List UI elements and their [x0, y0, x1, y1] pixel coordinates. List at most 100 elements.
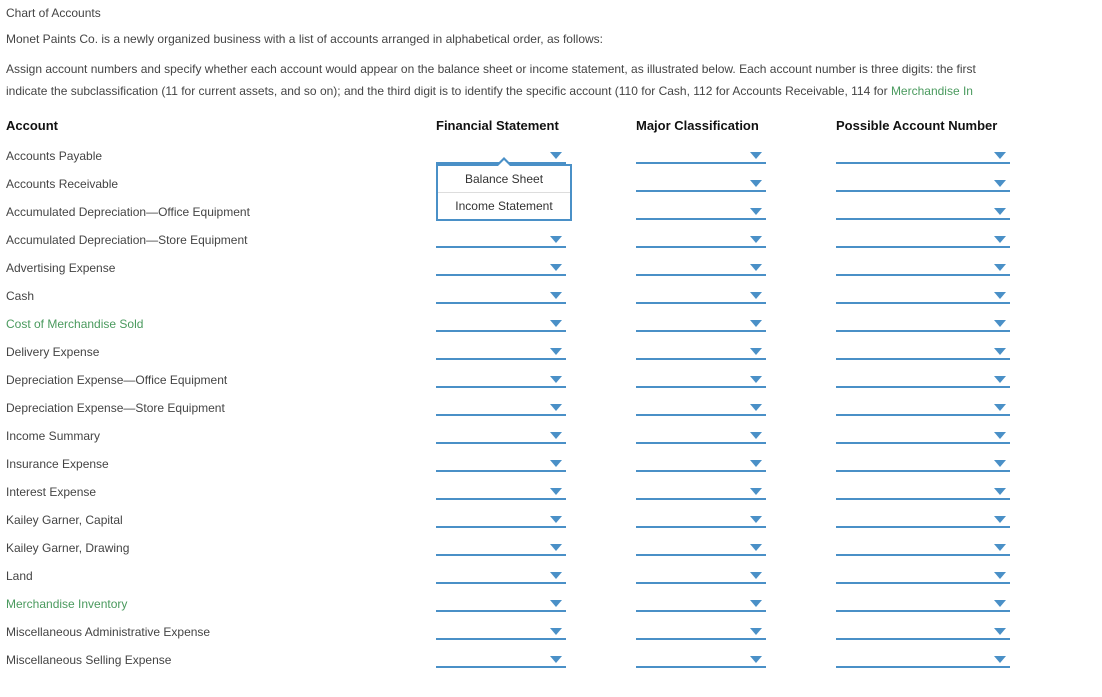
dropdown-option[interactable]: Balance Sheet — [438, 166, 570, 193]
chevron-down-icon — [750, 544, 762, 551]
dropdown-pan[interactable] — [836, 258, 1010, 276]
dropdown-pan[interactable] — [836, 146, 1010, 164]
chevron-down-icon — [550, 236, 562, 243]
dropdown-pan[interactable] — [836, 454, 1010, 472]
dropdown-mc[interactable] — [636, 286, 766, 304]
chevron-down-icon — [750, 292, 762, 299]
account-name[interactable]: Cost of Merchandise Sold — [6, 315, 436, 331]
dropdown-fs[interactable] — [436, 594, 566, 612]
dropdown-mc[interactable] — [636, 510, 766, 528]
chevron-down-icon — [550, 572, 562, 579]
dropdown-pan[interactable] — [836, 594, 1010, 612]
dropdown-fs[interactable] — [436, 454, 566, 472]
chevron-down-icon — [550, 348, 562, 355]
dropdown-fs[interactable] — [436, 370, 566, 388]
dropdown-pan[interactable] — [836, 370, 1010, 388]
dropdown-pan[interactable] — [836, 342, 1010, 360]
dropdown-mc[interactable] — [636, 202, 766, 220]
chevron-down-icon — [550, 488, 562, 495]
dropdown-pan[interactable] — [836, 426, 1010, 444]
account-name: Miscellaneous Administrative Expense — [6, 623, 436, 639]
dropdown-cell-fs — [436, 342, 636, 360]
chevron-down-icon — [750, 488, 762, 495]
dropdown-mc[interactable] — [636, 370, 766, 388]
dropdown-fs[interactable] — [436, 286, 566, 304]
dropdown-mc[interactable] — [636, 650, 766, 668]
dropdown-cell-fs — [436, 510, 636, 528]
dropdown-fs[interactable] — [436, 314, 566, 332]
account-name: Accounts Receivable — [6, 175, 436, 191]
dropdown-mc[interactable] — [636, 566, 766, 584]
dropdown-cell-fs — [436, 594, 636, 612]
chevron-down-icon — [994, 208, 1006, 215]
dropdown-fs[interactable] — [436, 398, 566, 416]
dropdown-mc[interactable] — [636, 146, 766, 164]
chevron-down-icon — [750, 236, 762, 243]
table-row: Merchandise Inventory — [6, 589, 1096, 617]
dropdown-mc[interactable] — [636, 258, 766, 276]
dropdown-cell-mc — [636, 482, 836, 500]
dropdown-pan[interactable] — [836, 314, 1010, 332]
dropdown-pan[interactable] — [836, 510, 1010, 528]
dropdown-pan[interactable] — [836, 286, 1010, 304]
chevron-down-icon — [750, 516, 762, 523]
merchandise-link[interactable]: Merchandise In — [891, 84, 973, 98]
dropdown-pan[interactable] — [836, 566, 1010, 584]
dropdown-mc[interactable] — [636, 230, 766, 248]
dropdown-mc[interactable] — [636, 482, 766, 500]
dropdown-fs[interactable] — [436, 566, 566, 584]
dropdown-mc[interactable] — [636, 594, 766, 612]
dropdown-fs[interactable] — [436, 258, 566, 276]
account-name: Depreciation Expense—Store Equipment — [6, 399, 436, 415]
table-row: Kailey Garner, Capital — [6, 505, 1096, 533]
chevron-down-icon — [750, 600, 762, 607]
dropdown-mc[interactable] — [636, 174, 766, 192]
dropdown-pan[interactable] — [836, 482, 1010, 500]
chevron-down-icon — [994, 544, 1006, 551]
dropdown-mc[interactable] — [636, 622, 766, 640]
dropdown-pan[interactable] — [836, 398, 1010, 416]
dropdown-fs[interactable] — [436, 342, 566, 360]
dropdown-pan[interactable] — [836, 538, 1010, 556]
chevron-down-icon — [994, 656, 1006, 663]
chevron-down-icon — [750, 348, 762, 355]
account-name[interactable]: Merchandise Inventory — [6, 595, 436, 611]
dropdown-pan[interactable] — [836, 174, 1010, 192]
dropdown-pan[interactable] — [836, 650, 1010, 668]
dropdown-fs[interactable] — [436, 622, 566, 640]
dropdown-cell-mc — [636, 566, 836, 584]
dropdown-pan[interactable] — [836, 622, 1010, 640]
dropdown-mc[interactable] — [636, 342, 766, 360]
dropdown-fs[interactable] — [436, 650, 566, 668]
dropdown-cell-fs — [436, 538, 636, 556]
dropdown-pan[interactable] — [836, 230, 1010, 248]
chevron-down-icon — [550, 376, 562, 383]
dropdown-fs[interactable] — [436, 230, 566, 248]
chevron-down-icon — [550, 460, 562, 467]
table-row: Land — [6, 561, 1096, 589]
dropdown-fs[interactable] — [436, 510, 566, 528]
dropdown-cell-mc — [636, 342, 836, 360]
dropdown-cell-pan — [836, 398, 1066, 416]
dropdown-mc[interactable] — [636, 538, 766, 556]
dropdown-fs[interactable] — [436, 426, 566, 444]
dropdown-fs[interactable] — [436, 482, 566, 500]
dropdown-cell-pan — [836, 230, 1066, 248]
dropdown-cell-fs — [436, 286, 636, 304]
dropdown-option[interactable]: Income Statement — [438, 193, 570, 219]
dropdown-mc[interactable] — [636, 314, 766, 332]
account-name: Insurance Expense — [6, 455, 436, 471]
dropdown-fs[interactable] — [436, 538, 566, 556]
table-row: Kailey Garner, Drawing — [6, 533, 1096, 561]
header-financial-statement: Financial Statement — [436, 118, 636, 133]
dropdown-cell-fs — [436, 426, 636, 444]
chevron-down-icon — [994, 376, 1006, 383]
dropdown-mc[interactable] — [636, 398, 766, 416]
dropdown-mc[interactable] — [636, 426, 766, 444]
chevron-down-icon — [994, 180, 1006, 187]
dropdown-pan[interactable] — [836, 202, 1010, 220]
chevron-down-icon — [550, 656, 562, 663]
chevron-down-icon — [994, 460, 1006, 467]
dropdown-cell-fs — [436, 314, 636, 332]
dropdown-mc[interactable] — [636, 454, 766, 472]
